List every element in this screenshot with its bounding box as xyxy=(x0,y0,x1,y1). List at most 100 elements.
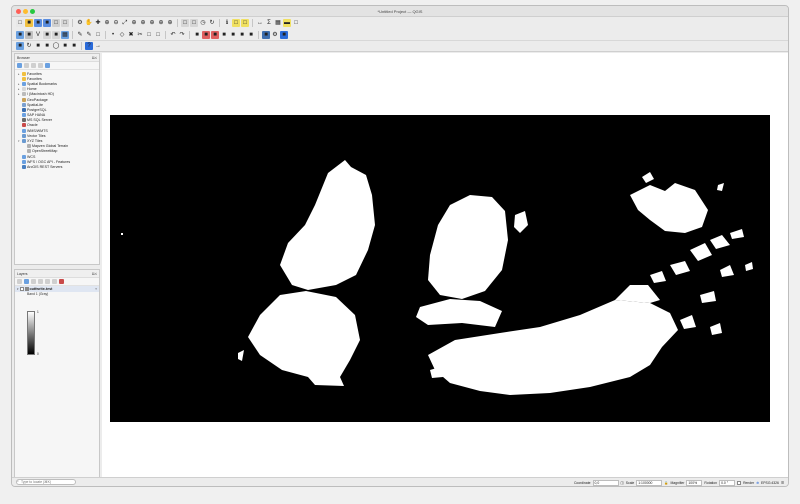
zoom-next-icon[interactable]: ⊕ xyxy=(166,19,174,27)
add-raster-icon[interactable]: ▦ xyxy=(61,30,69,39)
print-layout-icon[interactable]: □ xyxy=(52,19,60,27)
label-rotate-icon[interactable]: ■ xyxy=(229,30,237,39)
expand-caret-icon[interactable]: ▸ xyxy=(18,72,21,76)
cut-features-icon[interactable]: ✂ xyxy=(136,30,144,39)
browser-item[interactable]: ArcGIS REST Servers xyxy=(17,164,99,169)
chevron-down-icon[interactable]: ▾ xyxy=(17,287,19,291)
label-highlight-icon[interactable]: ■ xyxy=(211,30,219,39)
diagram-icon[interactable]: ■ xyxy=(247,30,255,39)
collapse-all-icon[interactable] xyxy=(52,279,57,284)
refresh-icon[interactable] xyxy=(24,63,29,68)
select-features-icon[interactable]: □ xyxy=(232,19,240,27)
processing-toolbox-icon[interactable]: ⚙ xyxy=(271,30,279,39)
vertex-tool-icon[interactable]: ◇ xyxy=(118,30,126,39)
crs-globe-icon[interactable]: ⊕ xyxy=(756,481,759,485)
identify-icon[interactable]: ℹ xyxy=(223,19,231,27)
rotate-feature-icon[interactable]: ↻ xyxy=(25,42,33,50)
pan-icon[interactable]: ✋ xyxy=(85,19,93,27)
lock-icon[interactable]: 🔒 xyxy=(664,481,668,485)
add-group-icon[interactable] xyxy=(24,279,29,284)
label-change-icon[interactable]: ■ xyxy=(238,30,246,39)
map-canvas[interactable] xyxy=(102,53,788,479)
render-checkbox[interactable] xyxy=(737,480,742,485)
measure-icon[interactable]: ↔ xyxy=(256,19,264,27)
manage-themes-icon[interactable] xyxy=(31,279,36,284)
label-move-icon[interactable]: ■ xyxy=(220,30,228,39)
redo-icon[interactable]: ↷ xyxy=(178,30,186,39)
toggle-edit-icon[interactable]: ✎ xyxy=(85,30,93,39)
filter-legend-icon[interactable] xyxy=(38,279,43,284)
save-as-icon[interactable]: ■ xyxy=(43,19,51,27)
whats-this-icon[interactable]: → xyxy=(94,42,102,50)
zoom-last-icon[interactable]: ⊕ xyxy=(157,19,165,27)
undo-icon[interactable]: ↶ xyxy=(169,30,177,39)
scale-field[interactable]: 1:100000 xyxy=(636,479,663,486)
rotation-field[interactable]: 0.0 ° xyxy=(719,479,736,486)
expand-caret-icon[interactable]: ▸ xyxy=(18,87,21,91)
open-layer-styling-icon[interactable] xyxy=(17,279,22,284)
plugin-icon[interactable]: ■ xyxy=(280,30,288,39)
coordinate-field[interactable]: 0,0 xyxy=(592,479,619,486)
python-console-icon[interactable]: ■ xyxy=(262,30,270,39)
layer-visibility-checkbox[interactable] xyxy=(19,287,24,291)
new-project-icon[interactable]: □ xyxy=(16,19,24,27)
refresh-icon[interactable]: ↻ xyxy=(208,19,216,27)
add-ring-icon[interactable]: ◯ xyxy=(52,42,60,50)
add-point-icon[interactable]: • xyxy=(109,30,117,39)
add-part-icon[interactable]: ■ xyxy=(61,42,69,50)
style-manager-icon[interactable]: ⚙ xyxy=(76,19,84,27)
zoom-selection-icon[interactable]: ⊕ xyxy=(130,19,138,27)
deselect-icon[interactable]: □ xyxy=(241,19,249,27)
panel-float-close-icon[interactable]: ⧉✕ xyxy=(92,56,97,60)
paste-features-icon[interactable]: □ xyxy=(154,30,162,39)
label-tool-icon[interactable]: ■ xyxy=(193,30,201,39)
temporal-icon[interactable]: ◷ xyxy=(199,19,207,27)
map-tips-icon[interactable]: ▬ xyxy=(283,19,291,27)
expand-all-icon[interactable] xyxy=(45,279,50,284)
zoom-native-icon[interactable]: ⊕ xyxy=(148,19,156,27)
new-geopackage-icon[interactable]: ■ xyxy=(25,30,33,39)
expand-caret-icon[interactable]: ▸ xyxy=(18,82,21,86)
delete-selected-icon[interactable]: ✖ xyxy=(127,30,135,39)
collapse-all-icon[interactable] xyxy=(38,63,43,68)
simplify-icon[interactable]: ■ xyxy=(43,42,51,50)
help-icon[interactable]: ? xyxy=(85,42,93,50)
copy-features-icon[interactable]: □ xyxy=(145,30,153,39)
zoom-in-icon[interactable]: ⊕ xyxy=(103,19,111,27)
enable-properties-icon[interactable] xyxy=(45,63,50,68)
remove-layer-icon[interactable] xyxy=(59,279,64,284)
new-temp-layer-icon[interactable]: ■ xyxy=(52,30,60,39)
magnifier-field[interactable]: 100% xyxy=(686,479,703,486)
messages-icon[interactable]: ☰ xyxy=(781,481,784,485)
expand-caret-icon[interactable]: ▸ xyxy=(18,92,21,96)
zoom-out-icon[interactable]: ⊖ xyxy=(112,19,120,27)
fill-ring-icon[interactable]: ■ xyxy=(70,42,78,50)
zoom-full-icon[interactable]: ⤢ xyxy=(121,19,129,27)
statistics-icon[interactable]: Σ xyxy=(265,19,273,27)
expand-caret-icon[interactable]: ▾ xyxy=(18,139,21,143)
digitize-icon[interactable]: ✎ xyxy=(76,30,84,39)
pan-to-selection-icon[interactable]: ✚ xyxy=(94,19,102,27)
locator-search-input[interactable] xyxy=(16,479,76,485)
new-spatialite-icon[interactable]: ■ xyxy=(43,30,51,39)
filter-icon[interactable] xyxy=(31,63,36,68)
save-edits-icon[interactable]: □ xyxy=(94,30,102,39)
new-3d-view-icon[interactable]: □ xyxy=(190,19,198,27)
zoom-layer-icon[interactable]: ⊕ xyxy=(139,19,147,27)
offset-icon[interactable]: ■ xyxy=(34,42,42,50)
browser-item-label: Home xyxy=(27,87,37,92)
open-project-icon[interactable]: ■ xyxy=(25,19,33,27)
annotation-icon[interactable]: □ xyxy=(292,19,300,27)
add-selected-layers-icon[interactable] xyxy=(17,63,22,68)
attribute-table-icon[interactable]: ▦ xyxy=(274,19,282,27)
panel-float-close-icon[interactable]: ⧉✕ xyxy=(92,272,97,276)
layout-manager-icon[interactable]: □ xyxy=(61,19,69,27)
new-shapefile-icon[interactable]: V xyxy=(34,30,42,39)
raster-map[interactable] xyxy=(110,115,770,422)
add-vector-icon[interactable]: ■ xyxy=(16,42,24,50)
label-pin-icon[interactable]: ■ xyxy=(202,30,210,39)
save-project-icon[interactable]: ■ xyxy=(34,19,42,27)
new-map-view-icon[interactable]: □ xyxy=(181,19,189,27)
data-source-manager-icon[interactable]: ■ xyxy=(16,30,24,39)
crs-label[interactable]: EPSG:4326 xyxy=(761,481,779,485)
